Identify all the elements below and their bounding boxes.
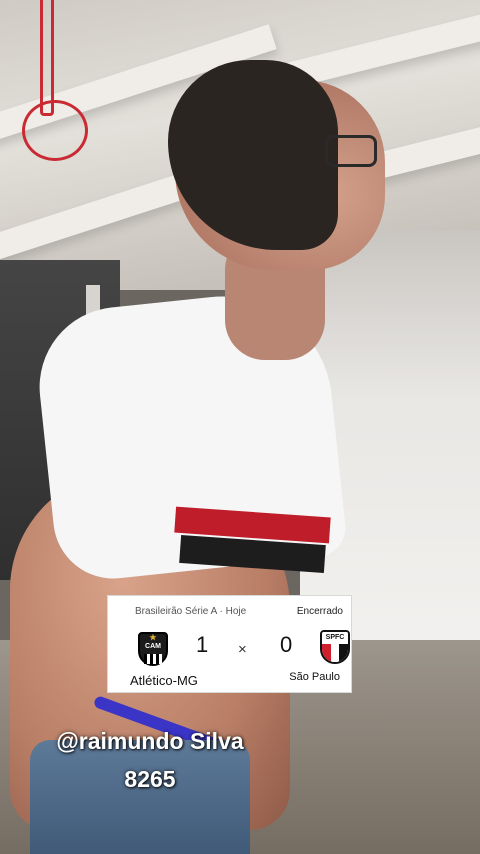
match-status: Encerrado <box>296 606 343 617</box>
sao-paulo-crest-icon: SPFC <box>320 630 350 664</box>
home-team-name: Atlético-MG <box>130 673 198 688</box>
league-label: Brasileirão Série A · Hoje <box>135 606 247 617</box>
caption-line-1: @raimundo Silva <box>56 728 244 754</box>
score-separator: × <box>238 641 247 658</box>
away-score: 0 <box>280 632 293 657</box>
away-crest-text: SPFC <box>322 632 348 644</box>
home-score: 1 <box>196 632 209 657</box>
caption-line-2: 8265 <box>124 766 176 792</box>
away-team-name: São Paulo <box>289 671 340 683</box>
glasses-icon <box>325 135 377 167</box>
home-crest-text: CAM <box>145 643 161 650</box>
atletico-mg-crest-icon: ★ CAM <box>138 632 168 666</box>
red-cable <box>22 100 88 161</box>
username-caption: @raimundo Silva 8265 <box>0 722 300 798</box>
red-cable <box>40 0 54 116</box>
match-score-card[interactable]: Brasileirão Série A · Hoje Encerrado ★ C… <box>107 595 352 693</box>
